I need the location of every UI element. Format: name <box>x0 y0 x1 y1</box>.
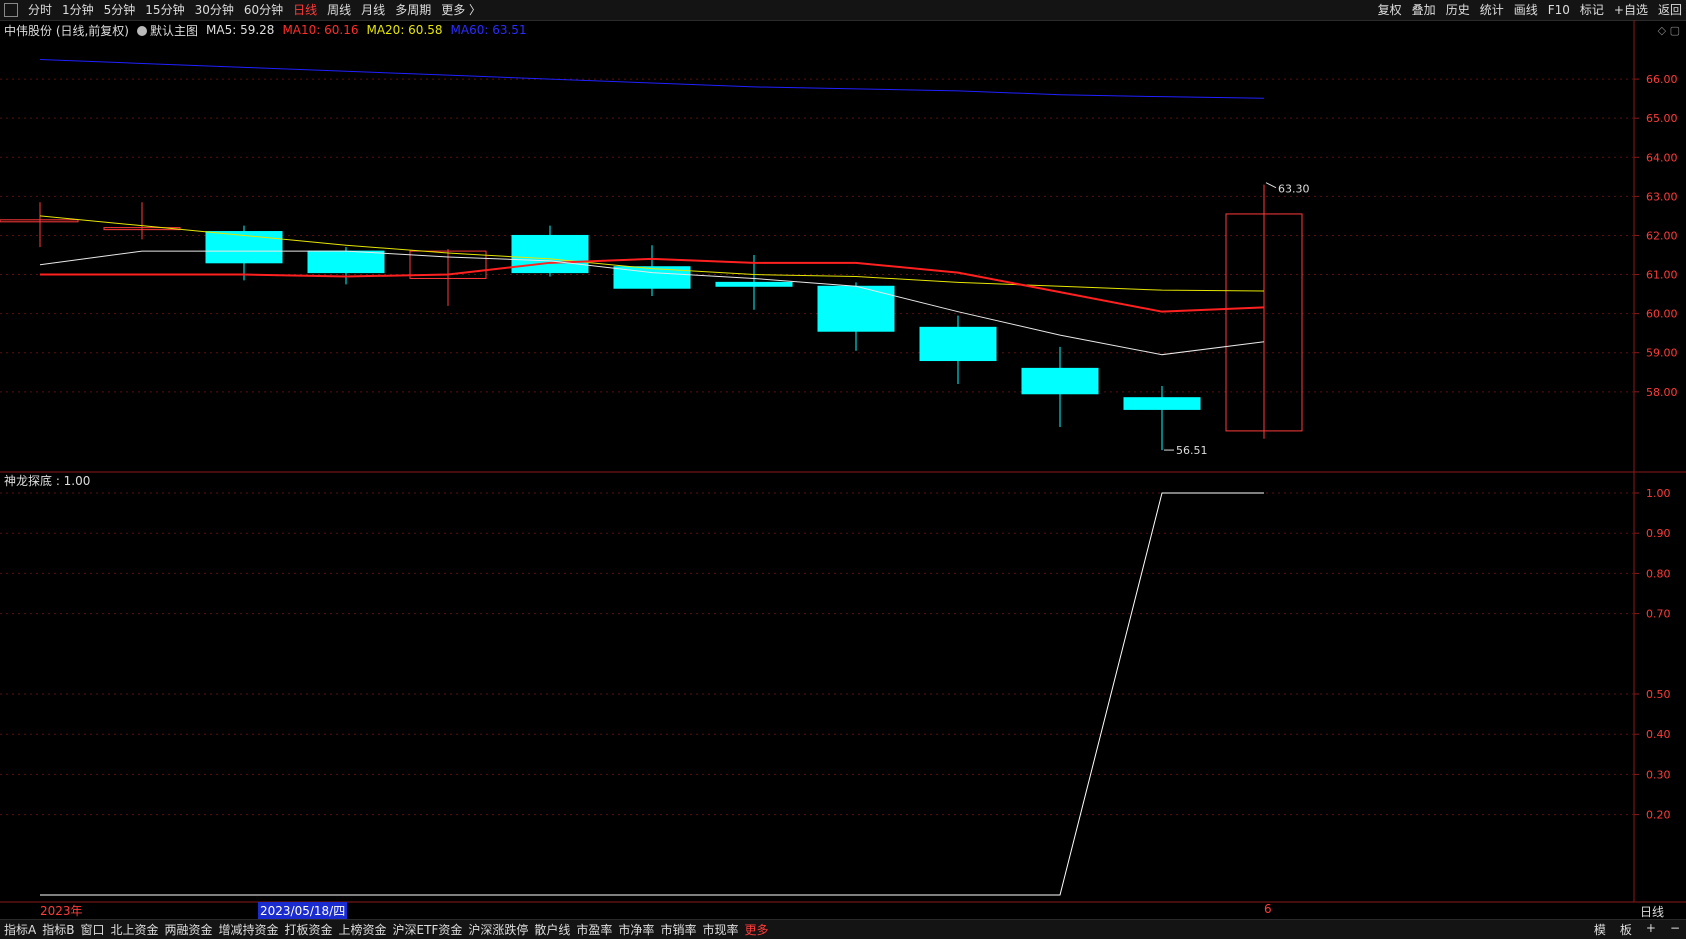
indicator-tab-11[interactable]: 市盈率 <box>576 921 612 938</box>
period-tab-4[interactable]: 30分钟 <box>195 2 234 18</box>
price-axis-label: 65.00 <box>1646 112 1678 125</box>
indicator-tab-10[interactable]: 散户线 <box>534 921 570 938</box>
indicator-tab-1[interactable]: 指标B <box>42 921 74 938</box>
bottom-control-0[interactable]: 模 <box>1594 921 1606 938</box>
period-tabs: 分时 1分钟 5分钟 15分钟 30分钟 60分钟 日线 周线 月线 多周期 更多 〉 <box>4 2 481 18</box>
indicator-tab-0[interactable]: 指标A <box>4 921 36 938</box>
action-button-1[interactable]: 叠加 <box>1412 2 1436 18</box>
period-tab-0[interactable]: 分时 <box>28 2 52 18</box>
indicator-tab-15[interactable]: 更多 <box>744 921 768 938</box>
period-tab-6[interactable]: 日线 <box>293 2 317 18</box>
high-annotation: 63.30 <box>1278 183 1310 196</box>
period-tab-10[interactable]: 更多 〉 <box>441 2 481 18</box>
action-button-8[interactable]: 返回 <box>1658 2 1682 18</box>
price-axis-label: 59.00 <box>1646 347 1678 360</box>
action-button-5[interactable]: F10 <box>1548 2 1570 18</box>
candle-body-down <box>307 250 385 274</box>
candle-body-down <box>919 326 997 362</box>
action-button-4[interactable]: 画线 <box>1514 2 1538 18</box>
window-icon[interactable] <box>4 3 18 17</box>
bottom-control-1[interactable]: 板 <box>1620 921 1632 938</box>
price-axis-label: 63.00 <box>1646 190 1678 203</box>
high-marker <box>1265 182 1277 189</box>
indicator-tab-7[interactable]: 上榜资金 <box>339 921 387 938</box>
action-button-6[interactable]: 标记 <box>1580 2 1604 18</box>
indicator-tab-6[interactable]: 打板资金 <box>285 921 333 938</box>
candle-body-up <box>0 219 79 223</box>
period-tab-7[interactable]: 周线 <box>327 2 351 18</box>
indicator-axis-label: 0.70 <box>1646 608 1671 621</box>
action-button-2[interactable]: 历史 <box>1446 2 1470 18</box>
indicator-axis-label: 0.40 <box>1646 728 1671 741</box>
year-label: 2023年 <box>40 904 83 918</box>
cursor-date-label: 2023/05/18/四 <box>258 902 348 919</box>
action-button-7[interactable]: +自选 <box>1614 2 1648 18</box>
price-axis-label: 60.00 <box>1646 308 1678 321</box>
indicator-tab-14[interactable]: 市现率 <box>702 921 738 938</box>
indicator-tab-3[interactable]: 北上资金 <box>110 921 158 938</box>
price-axis-label: 58.00 <box>1646 386 1678 399</box>
indicator-axis-label: 0.80 <box>1646 567 1671 580</box>
candle-body-down <box>205 231 283 264</box>
candle-body-down <box>1021 367 1099 395</box>
bottom-control-2[interactable]: + <box>1646 921 1656 938</box>
action-button-0[interactable]: 复权 <box>1378 2 1402 18</box>
candle-body-down <box>715 281 793 287</box>
indicator-tab-13[interactable]: 市销率 <box>660 921 696 938</box>
indicator-tab-5[interactable]: 增减持资金 <box>219 921 279 938</box>
top-toolbar: 分时 1分钟 5分钟 15分钟 30分钟 60分钟 日线 周线 月线 多周期 更多 〉 复权 叠加 历史… <box>0 0 1686 21</box>
period-tab-9[interactable]: 多周期 <box>395 2 431 18</box>
action-button-3[interactable]: 统计 <box>1480 2 1504 18</box>
period-tab-3[interactable]: 15分钟 <box>145 2 184 18</box>
period-tab-5[interactable]: 60分钟 <box>244 2 283 18</box>
indicator-tab-4[interactable]: 两融资金 <box>164 921 212 938</box>
indicator-axis-label: 0.20 <box>1646 809 1671 822</box>
cursor-x-label: 6 <box>1264 902 1272 916</box>
bottom-control-3[interactable]: − <box>1670 921 1680 938</box>
indicator-axis-label: 0.50 <box>1646 688 1671 701</box>
indicator-title: 神龙探底 : 1.00 <box>4 474 91 488</box>
price-axis-label: 64.00 <box>1646 151 1678 164</box>
indicator-tab-2[interactable]: 窗口 <box>80 921 104 938</box>
candle-body-down <box>1123 397 1201 410</box>
indicator-axis-label: 0.90 <box>1646 527 1671 540</box>
indicator-tab-12[interactable]: 市净率 <box>618 921 654 938</box>
bottom-right-controls: 模板 + − <box>1590 921 1682 938</box>
right-actions: 复权 叠加 历史 统计 画线 F10 标记 +自选 返回 <box>1378 2 1682 18</box>
indicator-axis-label: 0.30 <box>1646 768 1671 781</box>
price-axis-label: 61.00 <box>1646 269 1678 282</box>
period-tab-8[interactable]: 月线 <box>361 2 385 18</box>
price-axis-label: 66.00 <box>1646 73 1678 86</box>
period-tab-2[interactable]: 5分钟 <box>104 2 136 18</box>
bottom-indicator-bar: 指标A 指标B 窗口 北上资金 两融资金 增减持资金 打板资金 上榜资金 沪深ETF资金 沪深涨跌… <box>0 919 1686 939</box>
indicator-tab-9[interactable]: 沪深涨跌停 <box>468 921 528 938</box>
chart-area[interactable]: 66.0065.0064.0063.0062.0061.0060.0059.00… <box>0 20 1686 922</box>
indicator-tab-8[interactable]: 沪深ETF资金 <box>393 921 463 938</box>
period-tab-1[interactable]: 1分钟 <box>62 2 94 18</box>
price-axis-label: 62.00 <box>1646 229 1678 242</box>
period-label[interactable]: 日线 <box>1640 903 1664 920</box>
low-annotation: 56.51 <box>1176 444 1208 457</box>
indicator-axis-label: 1.00 <box>1646 487 1671 500</box>
candle-body-down <box>511 234 589 274</box>
